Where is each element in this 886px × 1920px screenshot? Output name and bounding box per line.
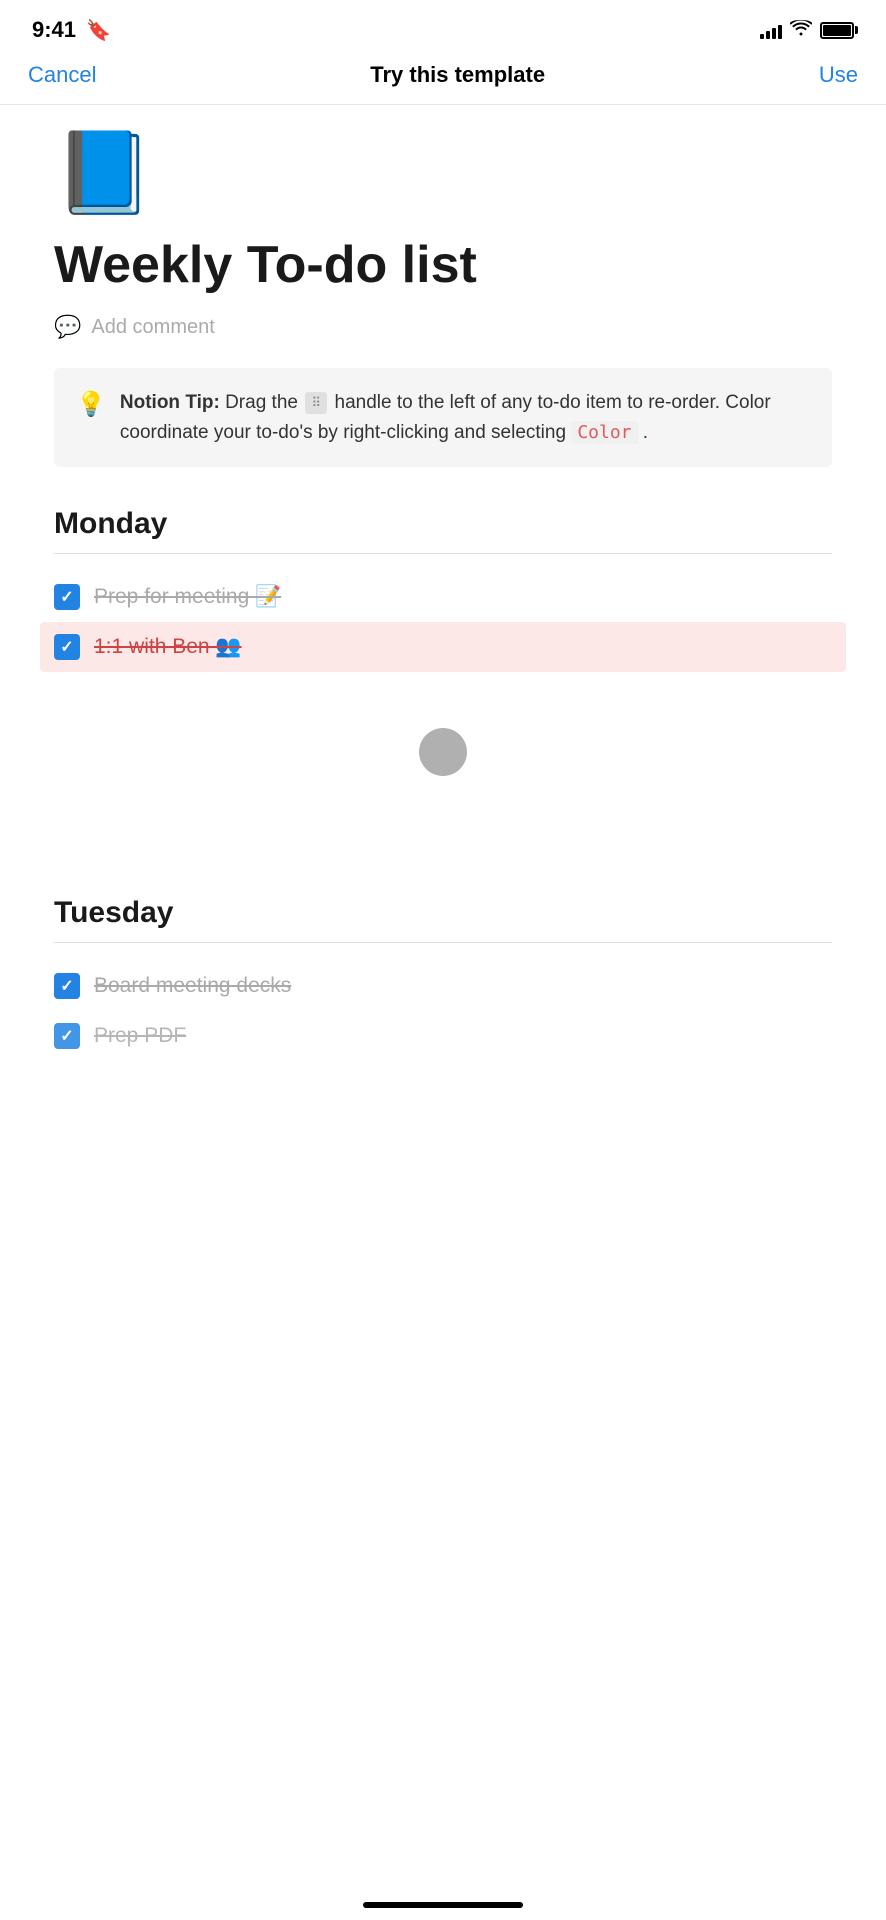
tuesday-item-2-text: Prep PDF [94, 1024, 186, 1048]
checkbox-3[interactable]: ✓ [54, 973, 80, 999]
use-button[interactable]: Use [819, 62, 858, 88]
monday-item-2: ✓ 1:1 with Ben 👥 [40, 622, 846, 672]
wifi-icon [790, 20, 812, 41]
monday-item-1: ✓ Prep for meeting 📝 [54, 572, 832, 622]
checkbox-2[interactable]: ✓ [54, 634, 80, 660]
scroll-indicator [54, 708, 832, 816]
tuesday-section: Tuesday ✓ Board meeting decks ✓ Prep PDF [54, 896, 832, 1061]
tip-bold: Notion Tip: [120, 392, 220, 413]
tuesday-item-2: ✓ Prep PDF [54, 1011, 832, 1061]
signal-icon [760, 21, 782, 39]
tip-suffix: . [643, 422, 648, 443]
comment-placeholder: Add comment [91, 316, 214, 339]
status-bar: 9:41 🔖 [0, 0, 886, 54]
bookmark-icon: 🔖 [86, 18, 111, 43]
spacer [54, 816, 832, 896]
tuesday-item-1-text: Board meeting decks [94, 974, 291, 998]
content-area: 📘 Weekly To-do list 💬 Add comment 💡 Noti… [0, 105, 886, 1125]
tip-text: Notion Tip: Drag the ⠿ handle to the lef… [120, 388, 810, 447]
tuesday-divider [54, 942, 832, 943]
book-icon: 📘 [54, 133, 832, 213]
monday-section: Monday ✓ Prep for meeting 📝 ✓ 1:1 with B… [54, 507, 832, 672]
battery-icon [820, 22, 854, 39]
monday-title: Monday [54, 507, 832, 541]
tuesday-item-1: ✓ Board meeting decks [54, 961, 832, 1011]
page-title: Weekly To-do list [54, 237, 832, 294]
monday-item-2-text: 1:1 with Ben 👥 [94, 635, 242, 659]
status-icons [760, 20, 854, 41]
home-indicator [363, 1902, 523, 1908]
notion-tip-box: 💡 Notion Tip: Drag the ⠿ handle to the l… [54, 368, 832, 467]
checkbox-4[interactable]: ✓ [54, 1023, 80, 1049]
nav-title: Try this template [370, 62, 545, 88]
status-time: 9:41 [32, 17, 76, 43]
drag-handle-icon: ⠿ [305, 392, 327, 414]
add-comment-button[interactable]: 💬 Add comment [54, 314, 832, 340]
comment-icon: 💬 [54, 314, 81, 340]
tuesday-title: Tuesday [54, 896, 832, 930]
monday-divider [54, 553, 832, 554]
tip-icon: 💡 [76, 390, 106, 419]
checkbox-1[interactable]: ✓ [54, 584, 80, 610]
color-code: Color [571, 421, 637, 444]
tip-body: Drag the [225, 392, 303, 413]
cancel-button[interactable]: Cancel [28, 62, 96, 88]
nav-bar: Cancel Try this template Use [0, 54, 886, 105]
monday-item-1-text: Prep for meeting 📝 [94, 585, 281, 609]
scroll-dot [419, 728, 467, 776]
